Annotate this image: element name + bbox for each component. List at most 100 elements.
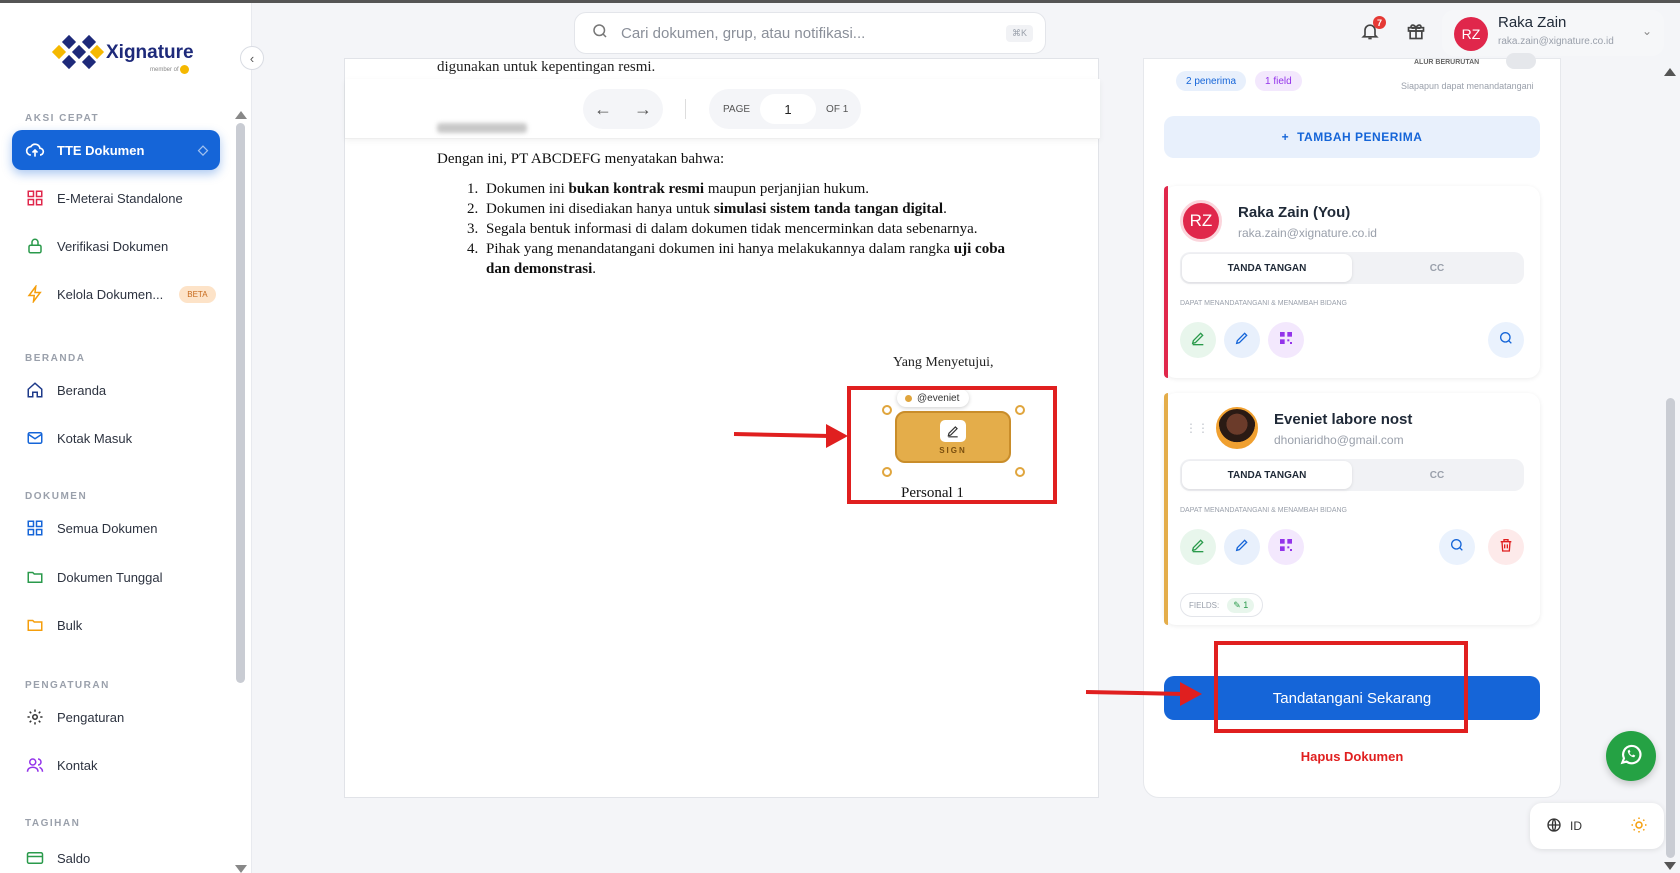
sidebar-item-label: Kontak — [57, 757, 98, 773]
sidebar-item-bulk[interactable]: Bulk — [12, 605, 220, 645]
role-description: DAPAT MENANDATANGANI & MENAMBAH BIDANG — [1180, 300, 1347, 307]
bottom-toolbar: ID — [1530, 803, 1664, 849]
recipient-card: RZ Raka Zain (You) raka.zain@xignature.c… — [1164, 186, 1540, 378]
role-option-cc[interactable]: CC — [1352, 461, 1522, 489]
sidebar-scrollbar[interactable] — [236, 123, 245, 683]
sidebar-item-dokumen-tunggal[interactable]: Dokumen Tunggal — [12, 557, 220, 597]
recipients-panel: ALUR BERURUTAN 2 penerima 1 field Siapap… — [1143, 53, 1561, 798]
sidebar-item-beranda[interactable]: Beranda — [12, 370, 220, 410]
recipients-count-chip: 2 penerima — [1176, 71, 1247, 91]
sidebar-item-semua-dokumen[interactable]: Semua Dokumen — [12, 508, 220, 548]
fields-count-chip: 1 field — [1255, 71, 1302, 91]
annotation-arrow — [733, 424, 848, 448]
delete-recipient-button[interactable] — [1488, 529, 1524, 565]
sidebar-item-tte-dokumen[interactable]: TTE Dokumen ◇ — [12, 130, 220, 170]
page-scroll-up[interactable] — [1664, 68, 1676, 76]
avatar: RZ — [1180, 200, 1222, 242]
recipient-email: raka.zain@xignature.co.id — [1238, 226, 1377, 240]
add-qr-tool[interactable] — [1268, 529, 1304, 565]
gift-icon — [1406, 24, 1426, 45]
add-qr-tool[interactable] — [1268, 322, 1304, 358]
whatsapp-button[interactable] — [1606, 731, 1656, 781]
folder-icon — [25, 567, 45, 587]
whatsapp-icon — [1618, 741, 1644, 772]
page-label: PAGE — [723, 103, 751, 115]
recipient-name: Eveniet labore nost — [1274, 411, 1413, 428]
language-label[interactable]: ID — [1570, 819, 1582, 833]
sidebar-item-saldo[interactable]: Saldo — [12, 838, 220, 873]
search-icon — [1498, 330, 1514, 351]
sidebar-item-verifikasi[interactable]: Verifikasi Dokumen — [12, 226, 220, 266]
arrow-left-icon[interactable]: ← — [594, 99, 612, 120]
document-body: Dengan ini, PT ABCDEFG menyatakan bahwa:… — [437, 149, 1017, 279]
annotation-highlight-box — [847, 386, 1057, 504]
folder-icon — [25, 615, 45, 635]
field-count: 1 — [1243, 599, 1249, 610]
gift-button[interactable] — [1406, 21, 1426, 46]
locate-field-button[interactable] — [1488, 322, 1524, 358]
item-bold: simulasi sistem tanda tangan digital — [713, 201, 944, 217]
role-option-cc[interactable]: CC — [1352, 254, 1522, 282]
page-total: OF 1 — [826, 103, 849, 115]
qr-code-icon — [1278, 330, 1294, 351]
brand-sub: member of — [150, 65, 190, 74]
document-intro: Dengan ini, PT ABCDEFG menyatakan bahwa: — [437, 151, 725, 167]
globe-icon[interactable] — [1546, 817, 1562, 836]
add-initial-tool[interactable] — [1224, 529, 1260, 565]
page-scrollbar[interactable] — [1666, 398, 1675, 858]
qr-code-icon — [1278, 537, 1294, 558]
sidebar-item-label: TTE Dokumen — [57, 142, 145, 158]
sidebar-item-label: Verifikasi Dokumen — [57, 238, 169, 254]
drag-handle-icon[interactable]: ⋮⋮ — [1185, 421, 1209, 435]
item-text: . — [943, 201, 947, 217]
sidebar-item-label: Bulk — [57, 617, 83, 633]
sidebar-item-emeterai[interactable]: E-Meterai Standalone — [12, 178, 220, 218]
search-input[interactable] — [621, 24, 994, 42]
pen-icon — [1234, 330, 1250, 351]
role-description: DAPAT MENANDATANGANI & MENAMBAH BIDANG — [1180, 507, 1347, 514]
recipients-summary: ALUR BERURUTAN 2 penerima 1 field Siapap… — [1164, 53, 1540, 99]
sequential-flow-toggle[interactable] — [1506, 53, 1536, 69]
notification-badge: 7 — [1373, 16, 1386, 29]
page-scroll-down[interactable] — [1664, 862, 1676, 870]
document-list: Dokumen ini bukan kontrak resmi maupun p… — [437, 179, 1017, 279]
lock-icon — [25, 236, 45, 256]
add-recipient-button[interactable]: + TAMBAH PENERIMA — [1164, 116, 1540, 158]
sun-icon[interactable] — [1630, 816, 1648, 837]
sidebar-item-kontak[interactable]: Kontak — [12, 745, 220, 785]
add-signature-tool[interactable] — [1180, 529, 1216, 565]
sidebar-item-label: Dokumen Tunggal — [57, 569, 163, 585]
role-switch: TANDA TANGAN CC — [1180, 252, 1524, 284]
logo-mark-icon — [51, 33, 105, 73]
document-viewer: digunakan untuk kepentingan resmi. ← → P… — [344, 58, 1100, 798]
lightning-icon — [25, 284, 45, 304]
sidebar-item-label: Kelola Dokumen... — [57, 286, 164, 302]
page-number-input[interactable]: 1 — [760, 94, 817, 124]
list-item: Pihak yang menandatangani dokumen ini ha… — [482, 239, 1017, 279]
sidebar-scroll-up[interactable] — [235, 111, 247, 119]
add-signature-tool[interactable] — [1180, 322, 1216, 358]
sidebar-item-label: Kotak Masuk — [57, 430, 133, 446]
plus-icon: + — [1281, 130, 1290, 144]
sidebar-item-kotak-masuk[interactable]: Kotak Masuk — [12, 418, 220, 458]
locate-field-button[interactable] — [1439, 529, 1475, 565]
search-bar[interactable]: ⌘K — [574, 12, 1046, 54]
sidebar-item-pengaturan[interactable]: Pengaturan — [12, 697, 220, 737]
parent-logo-icon — [180, 65, 190, 74]
sidebar-item-kelola[interactable]: Kelola Dokumen... BETA — [12, 274, 220, 314]
card-icon — [25, 848, 45, 868]
collapse-sidebar-button[interactable]: ‹ — [240, 46, 264, 70]
document-line: digunakan untuk kepentingan resmi. — [437, 59, 656, 75]
user-menu[interactable]: RZ Raka Zain raka.zain@xignature.co.id ⌄ — [1442, 10, 1664, 56]
section-beranda: BERANDA — [25, 353, 86, 364]
item-text: maupun perjanjian hukum. — [704, 181, 870, 197]
chevron-left-icon: ‹ — [249, 50, 255, 66]
mail-icon — [25, 428, 45, 448]
trash-icon — [1498, 537, 1514, 558]
delete-document-link[interactable]: Hapus Dokumen — [1164, 749, 1540, 764]
arrow-right-icon[interactable]: → — [634, 99, 652, 120]
role-option-sign[interactable]: TANDA TANGAN — [1182, 254, 1352, 282]
add-initial-tool[interactable] — [1224, 322, 1260, 358]
sidebar-scroll-down[interactable] — [235, 865, 247, 873]
role-option-sign[interactable]: TANDA TANGAN — [1182, 461, 1352, 489]
